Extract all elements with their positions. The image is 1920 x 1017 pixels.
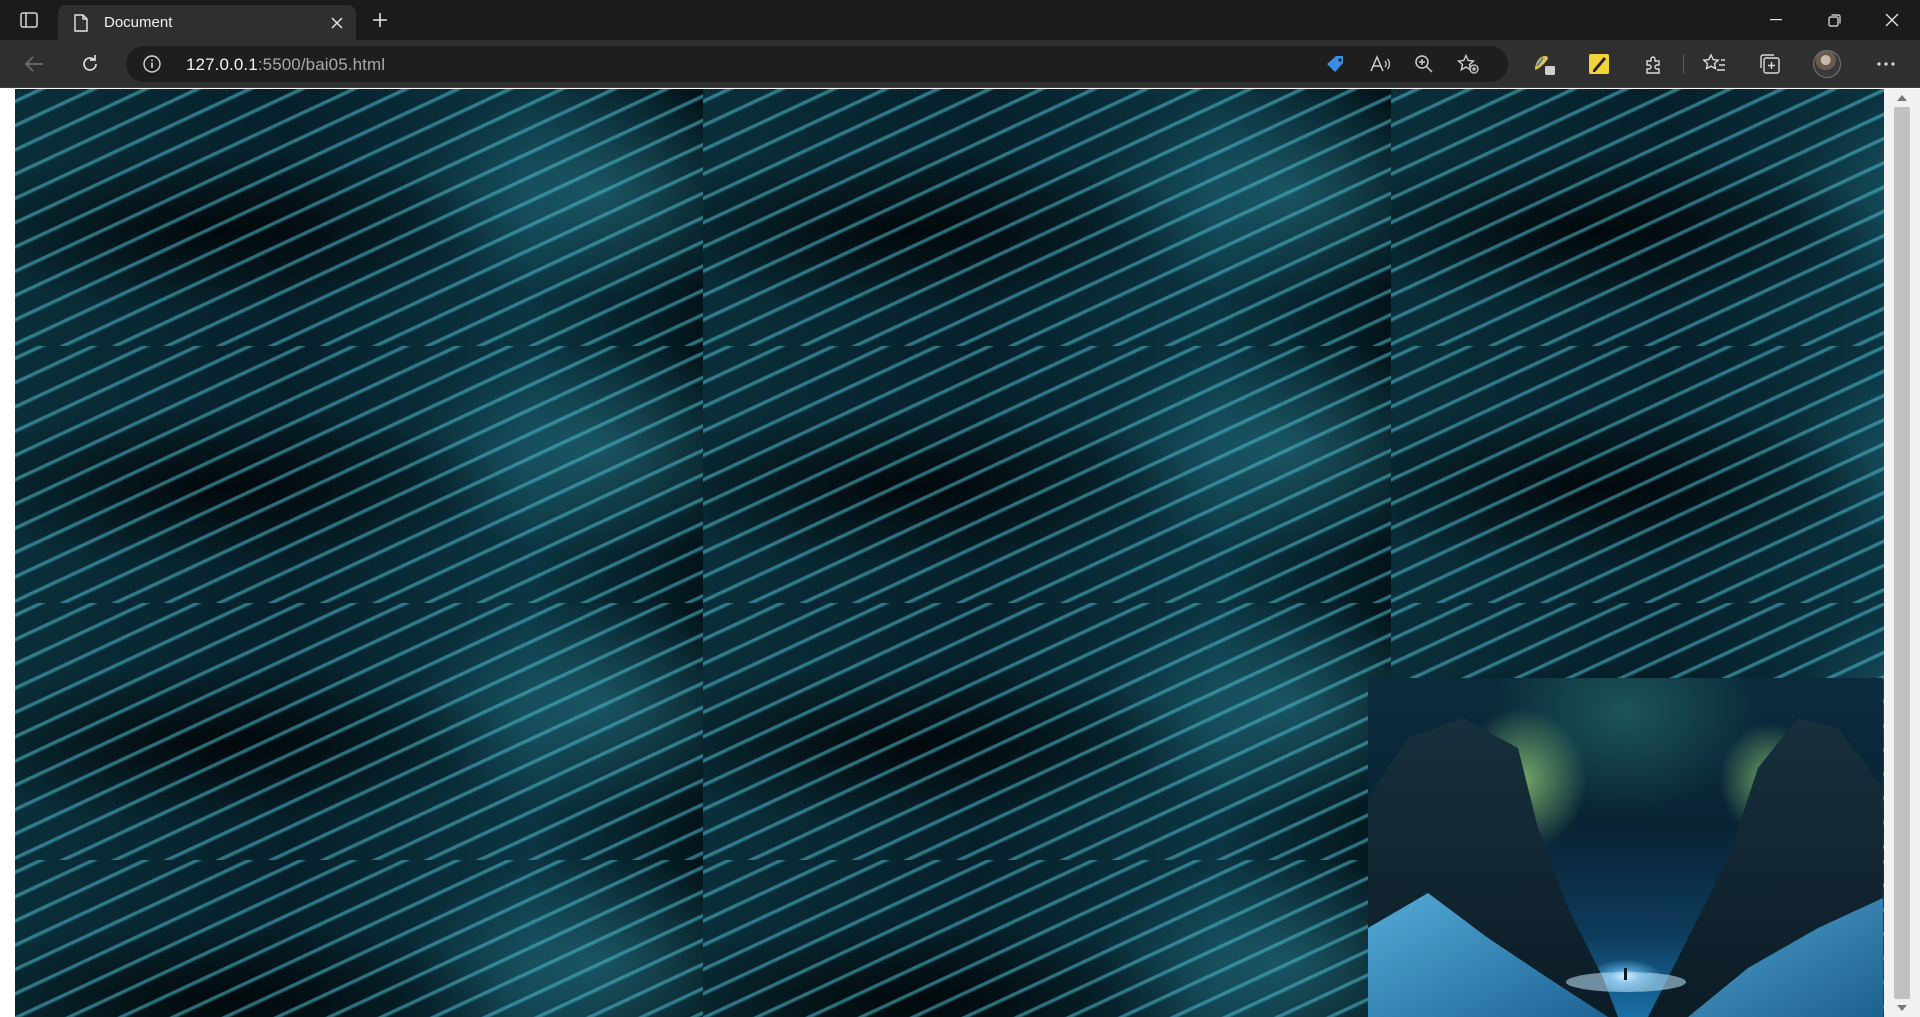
url-path: :5500/bai05.html — [257, 55, 386, 74]
browser-toolbar: 127.0.0.1:5500/bai05.html — [0, 40, 1920, 88]
coupon-tag-icon[interactable] — [1322, 51, 1350, 77]
address-bar[interactable]: 127.0.0.1:5500/bai05.html — [126, 46, 1508, 82]
profile-avatar[interactable] — [1813, 50, 1841, 78]
close-window-button[interactable] — [1864, 0, 1920, 40]
tab-document[interactable]: Document — [58, 5, 356, 40]
document-icon — [74, 13, 90, 32]
page-viewport — [0, 89, 1920, 1017]
scroll-down-arrow-icon[interactable] — [1896, 1003, 1908, 1013]
more-options-icon[interactable] — [1870, 49, 1902, 79]
scroll-up-arrow-icon[interactable] — [1896, 93, 1908, 103]
zoom-icon[interactable] — [1410, 51, 1438, 77]
restore-button[interactable] — [1806, 0, 1862, 40]
tab-title: Document — [104, 14, 173, 31]
back-button[interactable] — [18, 49, 50, 79]
url-host: 127.0.0.1 — [186, 55, 258, 74]
scrollbar-thumb[interactable] — [1894, 107, 1910, 999]
tab-actions-icon[interactable] — [14, 8, 44, 32]
site-info-icon[interactable] — [142, 54, 162, 74]
favorites-icon[interactable] — [1698, 49, 1730, 79]
aurora-mountain-image — [1368, 678, 1883, 1017]
highlighter-extension-icon[interactable] — [1583, 49, 1615, 79]
add-favorite-icon[interactable] — [1454, 51, 1482, 77]
collections-icon[interactable] — [1754, 49, 1786, 79]
new-tab-button[interactable] — [366, 6, 394, 34]
color-extension-icon[interactable] — [1528, 49, 1560, 79]
url-text[interactable]: 127.0.0.1:5500/bai05.html — [186, 55, 385, 75]
read-aloud-icon[interactable] — [1366, 51, 1394, 77]
toolbar-divider — [1683, 54, 1684, 74]
close-tab-icon[interactable] — [324, 10, 350, 36]
tab-bar: Document — [0, 0, 1920, 40]
minimize-button[interactable] — [1748, 0, 1804, 40]
refresh-button[interactable] — [74, 49, 106, 79]
extensions-puzzle-icon[interactable] — [1638, 49, 1670, 79]
vertical-scrollbar[interactable] — [1884, 89, 1920, 1017]
